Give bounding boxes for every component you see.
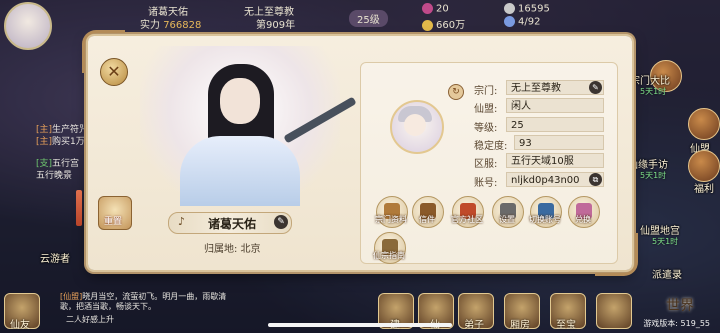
world-icon[interactable]: [596, 293, 632, 329]
welfare-icon[interactable]: [688, 150, 720, 182]
community-label: 官方社区: [451, 215, 483, 224]
server-label: 区服:: [474, 159, 498, 170]
top-status-bar: 诸葛天佑 无上至尊教 实力 766828 第909年 25级 20 16595 …: [120, 0, 640, 31]
alliance-icon[interactable]: [688, 108, 720, 140]
bottom-disciple[interactable]: 弟子: [464, 316, 484, 331]
alliance-label: 仙盟:: [474, 104, 498, 115]
level-value: 25: [506, 117, 604, 132]
gold-count: 660万: [422, 16, 465, 31]
redeem-label: 兑换: [575, 215, 591, 224]
gold-icon: [422, 19, 433, 31]
tab-wanderer[interactable]: 云游者: [40, 250, 70, 265]
mail-label: 信件: [419, 215, 435, 224]
gem-count: 20: [422, 3, 449, 15]
power-label: 实力 766828: [140, 20, 202, 31]
game-version: 游戏版本: 519_55: [643, 319, 710, 328]
character-face: [220, 78, 260, 124]
level-badge: 25级: [349, 10, 388, 27]
edit-name-icon[interactable]: ✎: [274, 215, 288, 229]
settings-label: 设置: [499, 215, 515, 224]
menu-visit[interactable]: 仙缘手访: [628, 156, 668, 171]
sect-info-label: 宗门资料: [375, 215, 407, 224]
bottom-room[interactable]: 厢房: [510, 316, 530, 331]
reset-badge-label: 重置: [104, 217, 123, 227]
tassel-decoration: [76, 190, 82, 226]
alliance-value: 闲人: [506, 98, 604, 113]
stability-label: 稳定度:: [474, 141, 508, 152]
ticket-icon: [504, 16, 515, 27]
account-label: 账号:: [474, 178, 498, 189]
year-counter: 第909年: [256, 20, 296, 31]
player-avatar[interactable]: [4, 2, 52, 50]
refresh-icon[interactable]: ↻: [448, 84, 464, 100]
switch-account-label: 切换账号: [529, 215, 561, 224]
chat-line: 二人好感上升: [66, 315, 114, 324]
level-label: 等级:: [474, 123, 498, 134]
bottom-friends[interactable]: 仙友: [10, 316, 30, 331]
menu-welfare[interactable]: 福利: [694, 180, 714, 195]
gem-icon: [422, 3, 433, 14]
bottom-treasure[interactable]: 至宝: [556, 316, 576, 331]
menu-sect-contest-timer: 5天1时: [640, 87, 667, 96]
chat-line: [仙盟]晓月当空，流萤初飞。明月一曲，雨歇清歌，把酒当歌，畅谈天下。: [60, 292, 227, 311]
character-name: 诸葛天佑: [208, 217, 257, 231]
menu-dispatch[interactable]: 派遣录: [652, 266, 682, 281]
chat-line: 五行晚景: [36, 171, 73, 181]
character-portrait: [140, 46, 357, 206]
silver-count: 16595: [504, 3, 550, 15]
menu-visit-timer: 5天1时: [640, 171, 667, 180]
home-indicator[interactable]: [268, 323, 452, 327]
stability-value: 93: [514, 135, 604, 150]
bottom-world[interactable]: 世界: [666, 295, 694, 315]
menu-alliance-palace-timer: 5天1时: [652, 237, 679, 246]
close-icon[interactable]: ✕: [100, 58, 128, 86]
avatar-face: [404, 114, 426, 136]
silver-icon: [504, 3, 515, 14]
chat-line: [主]购买1万份: [36, 137, 94, 147]
home-location: 归属地: 北京: [204, 244, 261, 255]
sect-label: 宗门:: [474, 86, 498, 97]
menu-alliance-palace[interactable]: 仙盟地宫: [640, 222, 680, 237]
ticket-count: 4/92: [504, 16, 540, 28]
sect-info-icon[interactable]: ✎: [589, 81, 602, 94]
character-robe: [180, 136, 300, 206]
server-value: 五行天域10服: [506, 153, 604, 168]
copy-account-icon[interactable]: ⧉: [589, 173, 602, 186]
guide-label: 仙宗指南: [373, 251, 405, 260]
music-note-icon[interactable]: ♪: [178, 215, 185, 228]
menu-sect-contest[interactable]: 宗门大比: [630, 72, 670, 87]
